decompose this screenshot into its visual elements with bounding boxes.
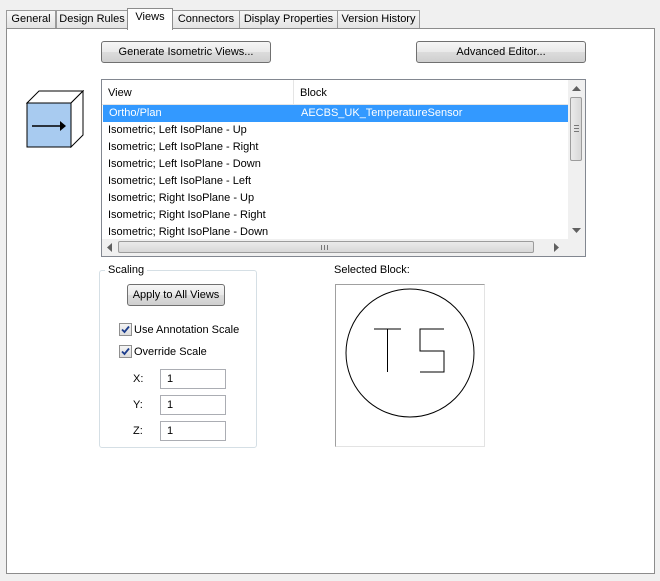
column-header-block[interactable]: Block xyxy=(294,80,569,104)
scale-z-label: Z: xyxy=(133,425,143,437)
selected-block-preview xyxy=(335,284,485,447)
list-item[interactable]: Isometric; Left IsoPlane - Left xyxy=(102,173,569,190)
override-scale-label: Override Scale xyxy=(134,346,207,358)
isometric-cube-arrow-icon xyxy=(26,90,84,148)
scale-y-label: Y: xyxy=(133,399,143,411)
override-scale-checkbox[interactable] xyxy=(119,345,132,358)
tab-version-history[interactable]: Version History xyxy=(337,10,420,28)
use-annotation-scale-checkbox[interactable] xyxy=(119,323,132,336)
tab-general[interactable]: General xyxy=(6,10,56,28)
checkmark-icon xyxy=(121,347,130,356)
list-item-view: Isometric; Left IsoPlane - Down xyxy=(108,158,261,170)
list-item-view: Isometric; Left IsoPlane - Right xyxy=(108,141,259,153)
list-item[interactable]: Ortho/Plan AECBS_UK_TemperatureSensor xyxy=(103,105,568,122)
views-list[interactable]: View Block Ortho/Plan AECBS_UK_Temperatu… xyxy=(101,79,586,257)
tab-connectors[interactable]: Connectors xyxy=(172,10,240,28)
column-header-view[interactable]: View xyxy=(102,80,294,104)
scroll-up-arrow-icon[interactable] xyxy=(572,86,581,91)
selected-block-label: Selected Block: xyxy=(334,264,410,276)
vertical-scroll-thumb[interactable] xyxy=(570,97,582,161)
list-item-view: Isometric; Right IsoPlane - Up xyxy=(108,192,255,204)
advanced-editor-button[interactable]: Advanced Editor... xyxy=(416,41,586,63)
list-item[interactable]: Isometric; Left IsoPlane - Down xyxy=(102,156,569,173)
tab-display-properties[interactable]: Display Properties xyxy=(239,10,338,28)
scale-y-input[interactable]: 1 xyxy=(160,395,226,415)
scrollbar-corner xyxy=(568,239,585,256)
list-item-view: Isometric; Left IsoPlane - Up xyxy=(108,124,247,136)
scale-x-input[interactable]: 1 xyxy=(160,369,226,389)
scroll-left-arrow-icon[interactable] xyxy=(107,243,112,252)
tab-views[interactable]: Views xyxy=(127,8,173,30)
scale-z-input[interactable]: 1 xyxy=(160,421,226,441)
list-item[interactable]: Isometric; Left IsoPlane - Right xyxy=(102,139,569,156)
list-item[interactable]: Isometric; Right IsoPlane - Up xyxy=(102,190,569,207)
temperature-sensor-symbol xyxy=(345,288,475,418)
list-rows: Ortho/Plan AECBS_UK_TemperatureSensor Is… xyxy=(102,105,569,241)
ts-symbol-text xyxy=(374,328,445,373)
apply-to-all-views-button[interactable]: Apply to All Views xyxy=(127,284,225,306)
use-annotation-scale-label: Use Annotation Scale xyxy=(134,324,240,336)
vertical-scrollbar[interactable] xyxy=(568,80,585,239)
generate-isometric-views-button[interactable]: Generate Isometric Views... xyxy=(101,41,271,63)
scroll-down-arrow-icon[interactable] xyxy=(572,228,581,233)
horizontal-scrollbar[interactable] xyxy=(102,239,568,256)
list-item[interactable]: Isometric; Left IsoPlane - Up xyxy=(102,122,569,139)
list-item-block: AECBS_UK_TemperatureSensor xyxy=(301,107,463,119)
list-item-view: Isometric; Right IsoPlane - Right xyxy=(108,209,266,221)
scroll-right-arrow-icon[interactable] xyxy=(554,243,559,252)
list-item[interactable]: Isometric; Right IsoPlane - Right xyxy=(102,207,569,224)
tab-design-rules[interactable]: Design Rules xyxy=(56,10,128,28)
scale-x-label: X: xyxy=(133,373,144,385)
scaling-group-title: Scaling xyxy=(105,264,148,277)
list-item-view: Ortho/Plan xyxy=(109,107,162,119)
checkmark-icon xyxy=(121,325,130,334)
list-item-view: Isometric; Left IsoPlane - Left xyxy=(108,175,252,187)
list-header: View Block xyxy=(102,80,569,105)
views-tab-panel: Generate Isometric Views... Advanced Edi… xyxy=(6,28,655,574)
horizontal-scroll-thumb[interactable] xyxy=(118,241,534,253)
